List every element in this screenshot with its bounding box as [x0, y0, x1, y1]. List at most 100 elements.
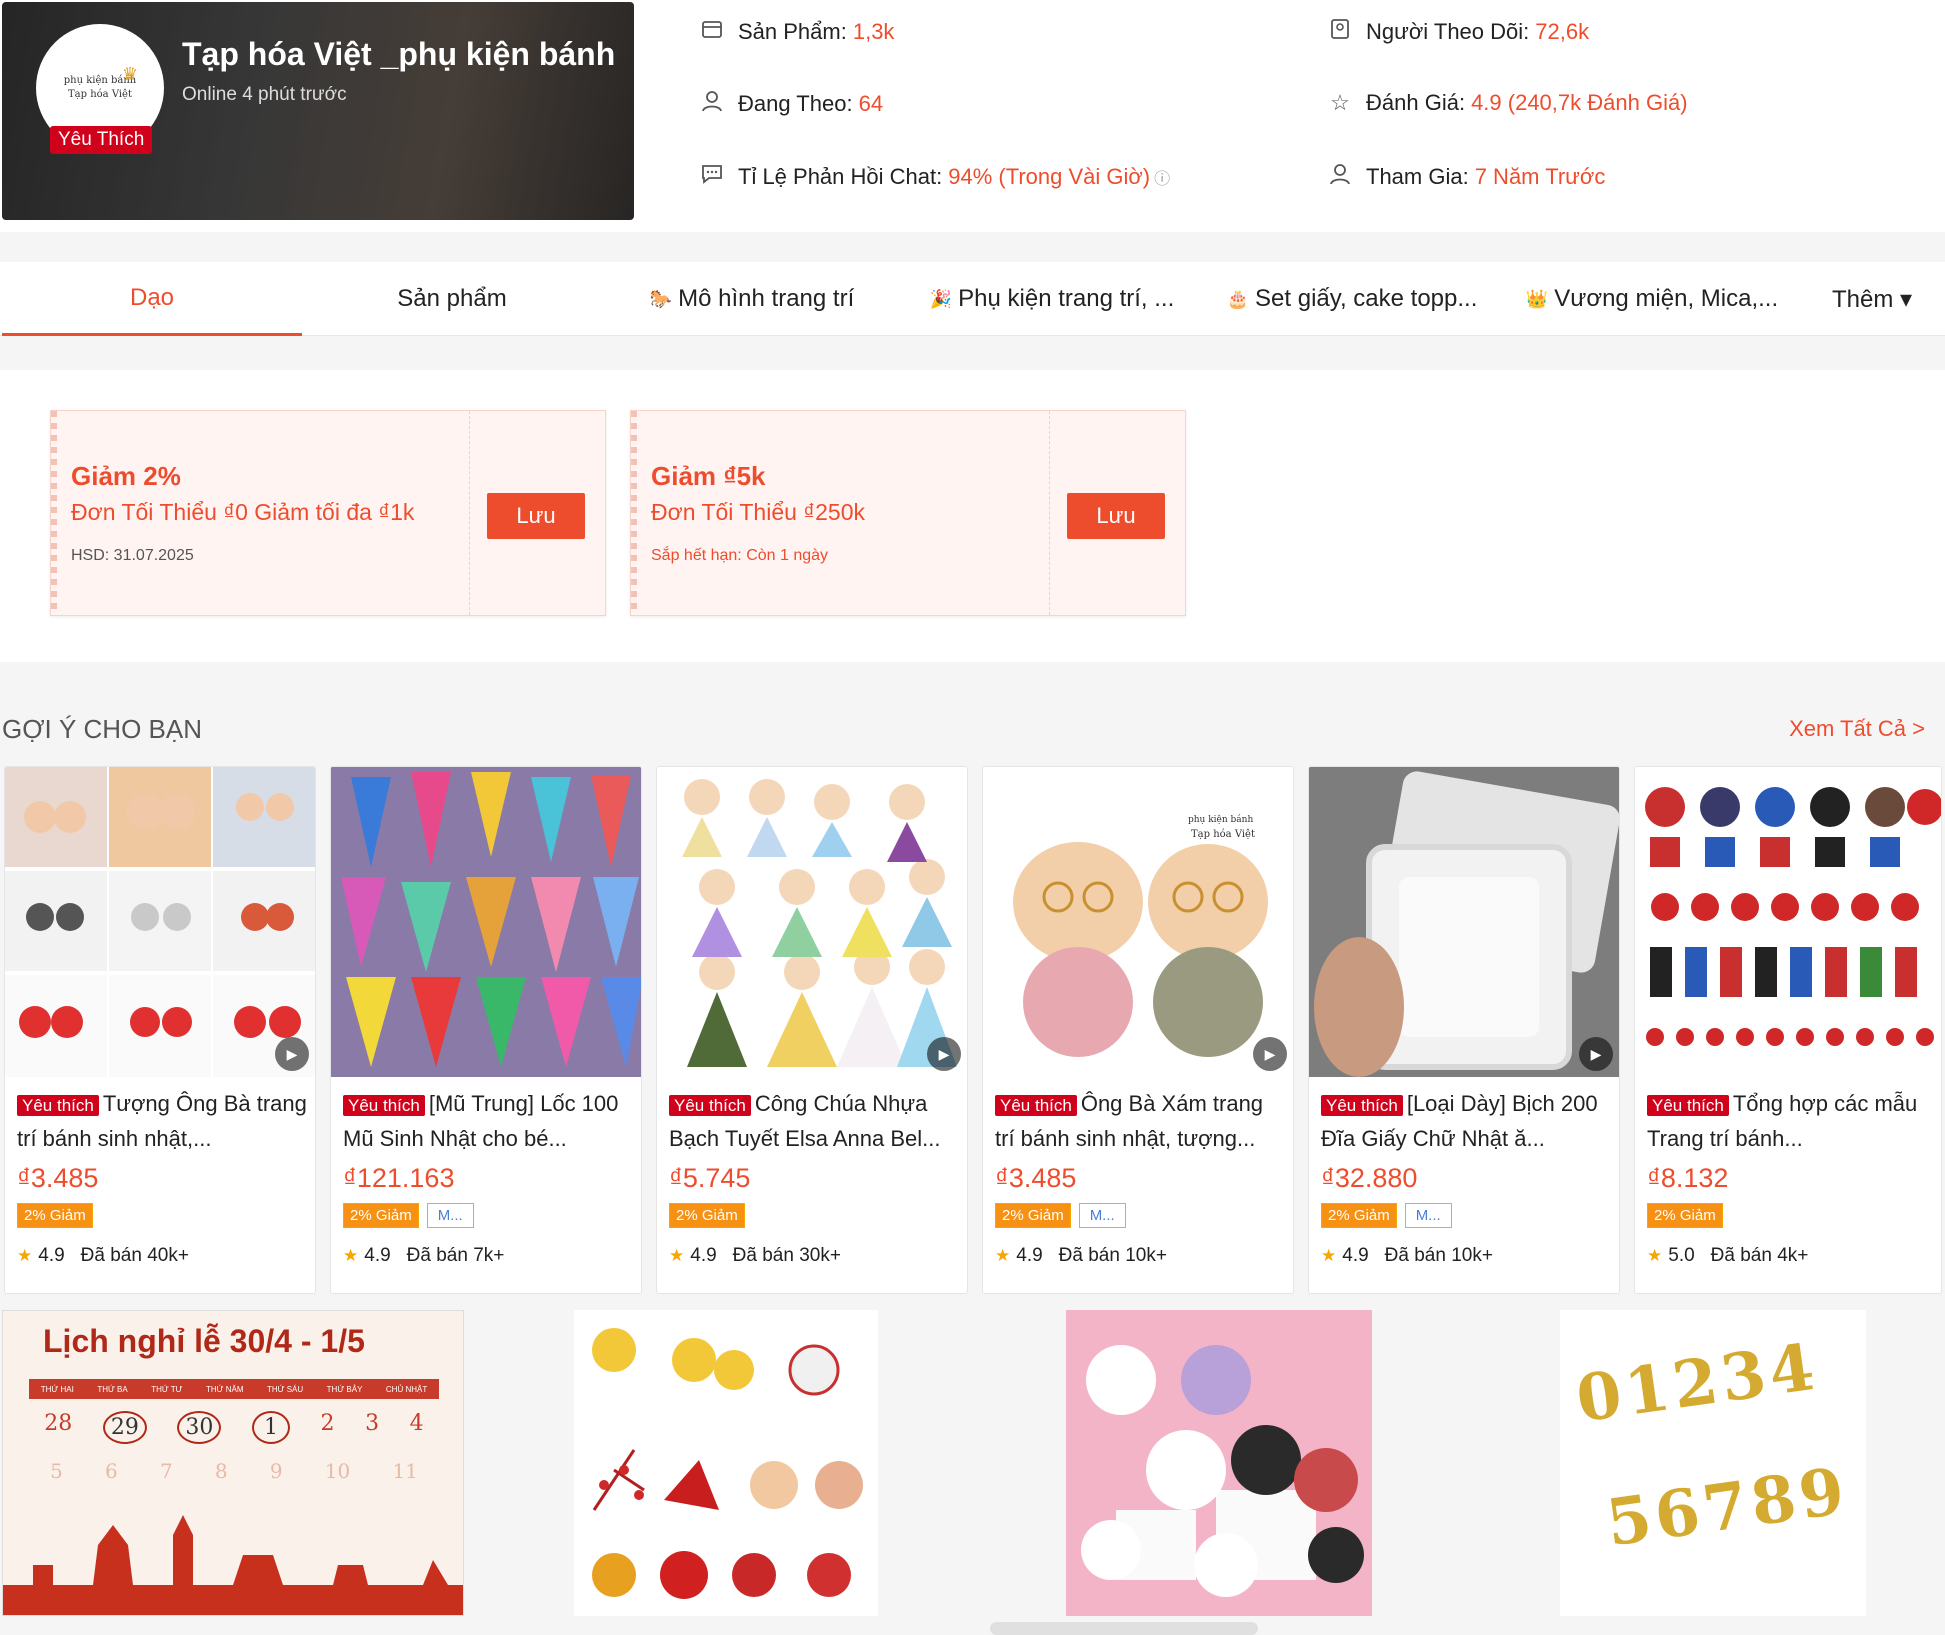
- discount-tag: 2% Giảm: [995, 1203, 1071, 1228]
- calendar-day: 11: [392, 1459, 418, 1483]
- candle-digits-row-2: 56789: [1601, 1453, 1853, 1562]
- stat-rating: ☆ Đánh Giá: 4.9 (240,7k Đánh Giá): [1326, 90, 1688, 116]
- weekday-header: THỨ HAI THỨ BA THỨ TƯ THỨ NĂM THỨ SÁU THỨ BẢY…: [29, 1379, 439, 1399]
- number-candles-banner[interactable]: 01234 56789: [1560, 1310, 1866, 1616]
- shop-banner: phụ kiện bánh Tạp hóa Việt ♛ Yêu Thích T…: [2, 2, 634, 220]
- extra-tag: M...: [426, 1203, 474, 1228]
- tab-decor-models[interactable]: 🐎 Mô hình trang trí: [602, 262, 902, 336]
- fav-badge: Yêu thích: [1647, 1095, 1729, 1116]
- fav-badge: Yêu thích: [995, 1095, 1077, 1116]
- product-rating: 4.9: [690, 1245, 717, 1266]
- product-image[interactable]: [331, 767, 641, 1077]
- person-icon: [698, 90, 726, 118]
- shop-header: phụ kiện bánh Tạp hóa Việt ♛ Yêu Thích T…: [0, 0, 1945, 232]
- fav-badge: Yêu thích: [17, 1095, 99, 1116]
- product-card[interactable]: Yêu thích Tổng hợp các mẫu Trang trí bánh…: [1634, 766, 1942, 1294]
- tab-crowns[interactable]: 👑 Vương miện, Mica,...: [1502, 262, 1802, 336]
- stat-joined-label: Tham Gia:: [1366, 164, 1469, 189]
- voucher-desc: Đơn Tối Thiểu ₫250k: [651, 499, 865, 525]
- product-rating: 4.9: [364, 1245, 391, 1266]
- zodiac-figurines: [592, 1328, 863, 1599]
- discount-tag: 2% Giảm: [669, 1203, 745, 1228]
- tab-label: Phụ kiện trang trí, ...: [958, 285, 1175, 312]
- weekday: THỨ SÁU: [267, 1384, 304, 1394]
- weekday: THỨ HAI: [40, 1384, 74, 1394]
- product-name: Yêu thích Ông Bà Xám trang trí bánh sinh …: [995, 1087, 1285, 1153]
- voucher-title: Giảm ₫5k: [651, 461, 766, 491]
- play-icon[interactable]: ▶: [1579, 1037, 1613, 1071]
- tab-paper-sets[interactable]: 🎂 Set giấy, cake topp...: [1202, 262, 1502, 336]
- discount-tag: 2% Giảm: [343, 1203, 419, 1228]
- play-icon[interactable]: ▶: [927, 1037, 961, 1071]
- horizontal-scrollbar[interactable]: [990, 1622, 1258, 1635]
- product-card[interactable]: phụ kiện bánh Tạp hóa Việt ▶ Yêu thích Ôn…: [982, 766, 1294, 1294]
- product-image[interactable]: phụ kiện bánh Tạp hóa Việt ▶: [983, 767, 1293, 1077]
- product-price: ₫121.163: [343, 1163, 455, 1193]
- product-sold: Đã bán 7k+: [406, 1245, 505, 1266]
- voucher-desc: Đơn Tối Thiểu ₫0 Giảm tối đa ₫1k: [71, 499, 415, 525]
- calendar-day: 2: [320, 1411, 335, 1436]
- product-image[interactable]: ▶: [657, 767, 967, 1077]
- product-sold: Đã bán 4k+: [1710, 1245, 1809, 1266]
- fav-badge: Yêu thích: [1321, 1095, 1403, 1116]
- product-sold: Đã bán 10k+: [1058, 1245, 1167, 1266]
- product-image[interactable]: ▶: [1309, 767, 1619, 1077]
- calendar-row: 5 6 7 8 9 10 11: [29, 1459, 439, 1483]
- logo-line-2: Tạp hóa Việt: [68, 89, 132, 100]
- save-voucher-button[interactable]: Lưu: [487, 493, 585, 539]
- calendar-day: 5: [50, 1459, 63, 1483]
- zodiac-banner[interactable]: [574, 1310, 878, 1616]
- chat-icon: [698, 163, 726, 191]
- product-price: ₫5.745: [669, 1163, 751, 1193]
- stat-products-value: 1,3k: [852, 19, 895, 44]
- tab-dao[interactable]: Dạo: [2, 262, 302, 336]
- calendar-day: 1: [251, 1411, 290, 1444]
- calendar-day: 30: [177, 1411, 222, 1444]
- stat-joined-value: 7 Năm Trước: [1474, 164, 1606, 189]
- star-icon: ★: [343, 1246, 359, 1265]
- tab-products[interactable]: Sản phẩm: [302, 262, 602, 336]
- stat-joined: Tham Gia: 7 Năm Trước: [1326, 163, 1605, 191]
- crown-icon: 👑: [1525, 288, 1549, 309]
- product-image[interactable]: ▶: [5, 767, 315, 1077]
- product-price: ₫3.485: [17, 1163, 99, 1193]
- calendar-day: 8: [214, 1459, 228, 1483]
- star-icon: ☆: [1330, 90, 1350, 115]
- product-card[interactable]: Yêu thích [Mũ Trung] Lốc 100 Mũ Sinh Nhật…: [330, 766, 642, 1294]
- sanrio-banner[interactable]: [1066, 1310, 1372, 1616]
- play-icon[interactable]: ▶: [275, 1037, 309, 1071]
- product-price: ₫8.132: [1647, 1163, 1729, 1193]
- product-card[interactable]: ▶ Yêu thích Tượng Ông Bà trang trí bánh s…: [4, 766, 316, 1294]
- holiday-banner[interactable]: Lịch nghỉ lễ 30/4 - 1/5 THỨ HAI THỨ BA THỨ…: [2, 1310, 464, 1616]
- product-card[interactable]: ▶ Yêu thích [Loại Dày] Bịch 200 Đĩa Giấy …: [1308, 766, 1620, 1294]
- calendar-day: 7: [159, 1459, 173, 1483]
- product-image[interactable]: [1635, 767, 1941, 1077]
- tab-more[interactable]: Thêm ▾: [1802, 262, 1942, 336]
- voucher-section: Giảm 2% Đơn Tối Thiểu ₫0 Giảm tối đa ₫1k…: [0, 370, 1945, 662]
- voucher-card: Giảm 2% Đơn Tối Thiểu ₫0 Giảm tối đa ₫1k…: [50, 410, 606, 616]
- crown-icon: ♛: [121, 64, 138, 84]
- voucher-expiry: Sắp hết hạn: Còn 1 ngày: [651, 547, 829, 564]
- stat-rating-value: 4.9 (240,7k Đánh Giá): [1471, 90, 1688, 115]
- candle-digits-row-1: 01234: [1571, 1329, 1823, 1438]
- stat-chat-value: 94% (Trong Vài Giờ): [948, 164, 1151, 189]
- shop-name: Tạp hóa Việt _phụ kiện bánh: [182, 36, 616, 72]
- weekday: CHỦ NHẬT: [385, 1384, 428, 1394]
- weekday: THỨ TƯ: [151, 1384, 183, 1394]
- storefront-icon: [698, 18, 726, 46]
- tab-label: Dạo: [129, 283, 175, 311]
- calendar-day: 28: [44, 1411, 73, 1436]
- fav-badge: Yêu thích: [669, 1095, 751, 1116]
- tab-label: Vương miện, Mica,...: [1554, 285, 1779, 312]
- discount-tag: 2% Giảm: [1647, 1203, 1723, 1228]
- product-card[interactable]: ▶ Yêu thích Công Chúa Nhựa Bạch Tuyết Els…: [656, 766, 968, 1294]
- tab-decor-accessories[interactable]: 🎉 Phụ kiện trang trí, ...: [902, 262, 1202, 336]
- see-all-link[interactable]: Xem Tất Cả >: [1789, 716, 1925, 742]
- shop-online-status: Online 4 phút trước: [182, 84, 347, 105]
- product-rating: 5.0: [1668, 1245, 1695, 1266]
- save-voucher-button[interactable]: Lưu: [1067, 493, 1165, 539]
- play-icon[interactable]: ▶: [1253, 1037, 1287, 1071]
- star-icon: ★: [669, 1246, 685, 1265]
- help-icon[interactable]: ⓘ: [1154, 165, 1170, 189]
- calendar-row: 28 29 30 1 2 3 4: [29, 1411, 439, 1444]
